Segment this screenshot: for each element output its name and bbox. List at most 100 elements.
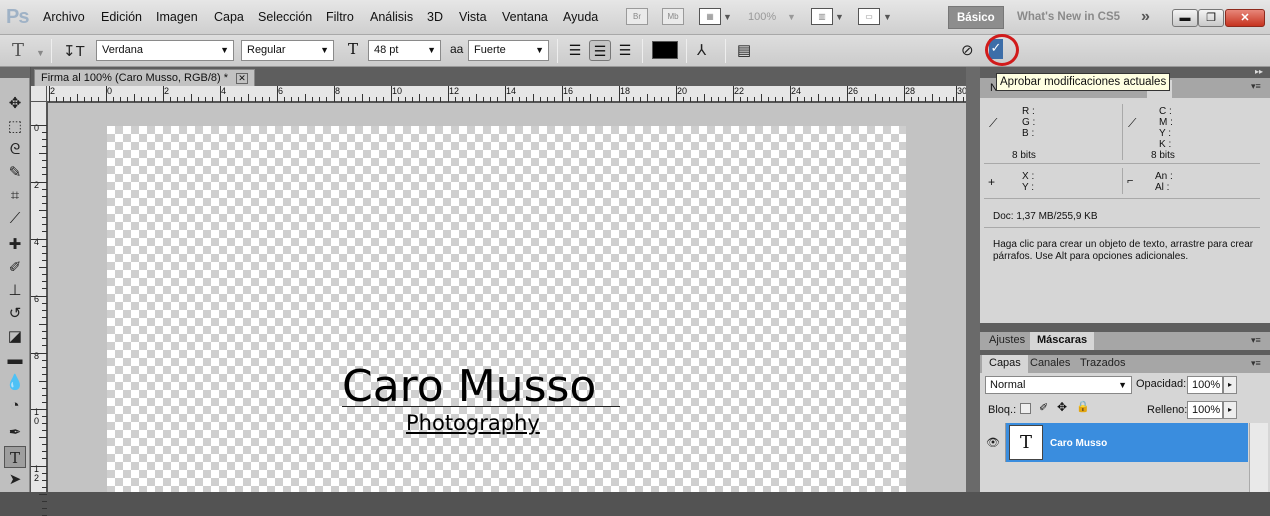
layer-name[interactable]: Caro Musso — [1050, 438, 1107, 449]
tab-canales[interactable]: Canales — [1023, 355, 1077, 373]
tab-capas[interactable]: Capas — [982, 355, 1028, 373]
font-style-select[interactable]: Regular ▼ — [241, 40, 334, 61]
lock-all-icon[interactable]: 🔒 — [1076, 400, 1090, 413]
arrange-documents-button[interactable]: ▥ — [811, 8, 833, 25]
close-tab-icon[interactable]: ✕ — [236, 73, 249, 84]
cmyk-readout: C :M :Y :K : — [1159, 106, 1173, 150]
dodge-tool-icon[interactable]: ◔ — [4, 395, 26, 417]
screen-mode-button[interactable]: ▭ — [858, 8, 880, 25]
panel-menu-icon[interactable]: ▾≡ — [1251, 335, 1261, 346]
history-brush-tool-icon[interactable]: ↺ — [4, 303, 26, 325]
ruler-tick — [42, 458, 47, 459]
ruler-label: 1 2 — [34, 464, 40, 483]
layers-scrollbar[interactable] — [1249, 423, 1268, 492]
view-extras-button[interactable]: ▦ — [699, 8, 721, 25]
ruler-tick — [761, 94, 762, 102]
clone-stamp-tool-icon[interactable]: ⊥ — [4, 280, 26, 302]
tab-trazados[interactable]: Trazados — [1073, 355, 1132, 373]
ruler-tick — [134, 94, 135, 102]
more-workspaces-icon[interactable]: » — [1141, 8, 1150, 26]
lock-transparency-icon[interactable] — [1020, 403, 1031, 414]
menu-capa[interactable]: Capa — [214, 10, 244, 24]
restore-button[interactable]: ❐ — [1198, 9, 1224, 27]
blend-mode-select[interactable]: Normal ▼ — [985, 376, 1132, 394]
text-orientation-icon[interactable]: ↧T — [63, 42, 85, 60]
chevron-down-icon: ▼ — [427, 45, 436, 55]
fill-slider-button[interactable]: ▸ — [1223, 401, 1237, 419]
workspace-whats-new[interactable]: What's New in CS5 — [1009, 6, 1128, 29]
document-canvas[interactable] — [107, 126, 906, 492]
align-right-button[interactable]: ☰ — [614, 40, 636, 61]
menu-ventana[interactable]: Ventana — [502, 10, 548, 24]
collapse-panel-icon[interactable]: ▸▸ — [1255, 67, 1263, 76]
workspace-basico[interactable]: Básico — [948, 6, 1004, 29]
fill-input[interactable]: 100% — [1187, 401, 1223, 419]
crop-tool-icon[interactable]: ⌗ — [4, 185, 26, 207]
cancel-edits-icon[interactable]: ⊘ — [961, 41, 974, 59]
chevron-down-icon[interactable]: ▼ — [36, 48, 45, 58]
move-tool-icon[interactable]: ✥ — [4, 93, 26, 115]
minimize-button[interactable]: ▬ — [1172, 9, 1198, 27]
ruler-tick — [953, 97, 954, 102]
tab-mascaras[interactable]: Máscaras — [1030, 332, 1095, 350]
menu-vista[interactable]: Vista — [459, 10, 487, 24]
ruler-tick — [611, 97, 612, 102]
chevron-down-icon[interactable]: ▼ — [787, 12, 796, 22]
document-tab[interactable]: Firma al 100% (Caro Musso, RGB/8) * ✕ — [34, 69, 256, 87]
menu-3d[interactable]: 3D — [427, 10, 443, 24]
eyedropper-tool-icon[interactable]: ⟋ — [4, 208, 26, 230]
menu-analisis[interactable]: Análisis — [370, 10, 413, 24]
eye-icon[interactable]: 👁 — [986, 436, 1000, 449]
pen-tool-icon[interactable]: ✒ — [4, 422, 26, 444]
opacity-slider-button[interactable]: ▸ — [1223, 376, 1237, 394]
brush-tool-icon[interactable]: ✐ — [4, 257, 26, 279]
align-left-button[interactable]: ☰ — [564, 40, 586, 61]
canvas-text-subtitle[interactable]: Photography — [406, 411, 540, 435]
character-panel-icon[interactable]: ▤ — [737, 41, 751, 59]
menu-filtro[interactable]: Filtro — [326, 10, 354, 24]
app-logo: Ps — [6, 6, 29, 28]
healing-brush-tool-icon[interactable]: ✚ — [4, 234, 26, 256]
chevron-down-icon[interactable]: ▼ — [723, 12, 732, 22]
menu-imagen[interactable]: Imagen — [156, 10, 198, 24]
type-tool-icon[interactable]: T — [4, 446, 26, 468]
zoom-level[interactable]: 100% — [748, 11, 776, 23]
path-selection-tool-icon[interactable]: ➤ — [4, 469, 26, 491]
font-family-select[interactable]: Verdana ▼ — [96, 40, 234, 61]
ruler-tick — [697, 97, 698, 102]
ruler-tick — [918, 97, 919, 102]
chevron-down-icon[interactable]: ▼ — [835, 12, 844, 22]
ruler-tick — [42, 196, 47, 197]
opacity-input[interactable]: 100% — [1187, 376, 1223, 394]
menu-archivo[interactable]: Archivo — [43, 10, 85, 24]
warp-text-icon[interactable]: ⅄ — [697, 41, 706, 59]
quick-selection-tool-icon[interactable]: ✎ — [4, 162, 26, 184]
menu-ayuda[interactable]: Ayuda — [563, 10, 598, 24]
lasso-tool-icon[interactable]: ᘓ — [4, 139, 26, 161]
marquee-tool-icon[interactable]: ⬚ — [4, 116, 26, 138]
ruler-tick — [362, 94, 363, 102]
menu-seleccion[interactable]: Selección — [258, 10, 312, 24]
tab-ajustes[interactable]: Ajustes — [982, 332, 1032, 350]
chevron-down-icon[interactable]: ▼ — [883, 12, 892, 22]
align-center-button[interactable]: ☰ — [589, 40, 611, 61]
antialias-select[interactable]: Fuerte ▼ — [468, 40, 549, 61]
eraser-tool-icon[interactable]: ◪ — [4, 326, 26, 348]
font-size-select[interactable]: 48 pt ▼ — [368, 40, 441, 61]
ruler-tick — [42, 203, 47, 204]
ruler-tick — [42, 174, 47, 175]
blur-tool-icon[interactable]: 💧 — [4, 372, 26, 394]
close-button[interactable]: ✕ — [1225, 9, 1265, 27]
panel-menu-icon[interactable]: ▾≡ — [1251, 81, 1261, 92]
bridge-button[interactable]: Br — [626, 8, 648, 25]
lock-pixels-icon[interactable]: ✐ — [1039, 401, 1048, 414]
lock-position-icon[interactable]: ✥ — [1057, 400, 1067, 414]
panel-menu-icon[interactable]: ▾≡ — [1251, 358, 1261, 369]
canvas-text-title[interactable]: Caro Musso — [342, 362, 596, 412]
gradient-tool-icon[interactable]: ▬ — [4, 349, 26, 371]
mini-bridge-button[interactable]: Mb — [662, 8, 684, 25]
type-tool-preset-icon[interactable]: T — [12, 40, 24, 61]
menu-edicion[interactable]: Edición — [101, 10, 142, 24]
ruler-label: 6 — [278, 86, 284, 96]
text-color-swatch[interactable] — [652, 41, 678, 59]
